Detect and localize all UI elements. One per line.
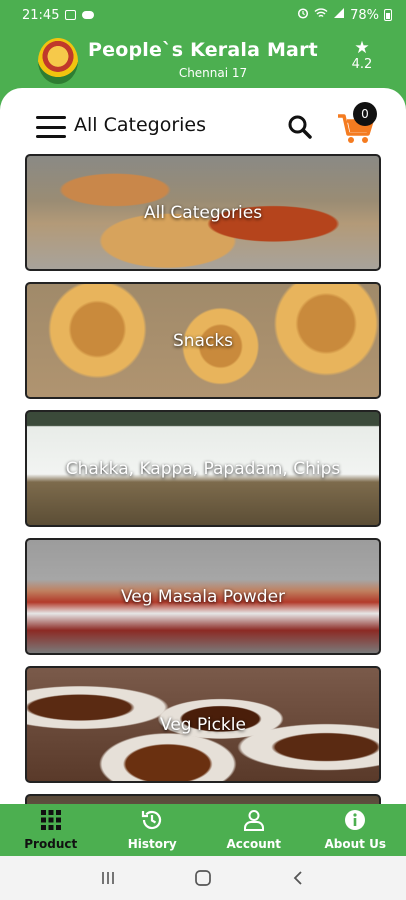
nav-label: Account (226, 837, 282, 851)
nav-label: Product (24, 837, 78, 851)
wifi-icon (314, 7, 328, 23)
page-title: All Categories (74, 114, 207, 136)
rating-value: 4.2 (351, 57, 373, 72)
status-left: 21:45 (22, 7, 95, 23)
search-icon[interactable] (287, 114, 313, 140)
cart-count-badge: 0 (353, 102, 377, 126)
history-icon (140, 808, 164, 832)
content-sheet: All Categories 0 All Categories Snacks C… (0, 88, 406, 804)
store-location: Chennai 17 (178, 66, 248, 80)
system-nav-bar (0, 856, 406, 900)
status-time: 21:45 (22, 7, 60, 23)
home-icon[interactable] (192, 867, 214, 889)
cloud-icon (82, 11, 95, 19)
signal-icon (333, 7, 345, 23)
category-label: Snacks (172, 330, 234, 351)
person-icon (242, 808, 266, 832)
nav-about[interactable]: About Us (305, 804, 406, 856)
gallery-icon (65, 10, 77, 20)
star-icon: ★ (354, 38, 370, 58)
category-card-partial[interactable] (25, 794, 381, 804)
category-card-snacks[interactable]: Snacks (25, 282, 381, 399)
category-label: Chakka, Kappa, Papadam, Chips (65, 458, 341, 479)
nav-label: History (127, 837, 177, 851)
info-icon (343, 808, 367, 832)
toolbar: All Categories 0 (0, 102, 406, 148)
back-icon[interactable] (287, 867, 309, 889)
category-card-all[interactable]: All Categories (25, 154, 381, 271)
recent-apps-icon[interactable] (97, 867, 119, 889)
alarm-icon (297, 7, 309, 23)
grid-icon (39, 808, 63, 832)
store-rating[interactable]: ★ 4.2 (350, 38, 374, 73)
category-card-chakka[interactable]: Chakka, Kappa, Papadam, Chips (25, 410, 381, 527)
battery-icon (384, 9, 392, 21)
category-label: Veg Pickle (160, 714, 246, 735)
status-bar: 21:45 78% (0, 0, 406, 30)
battery-percent: 78% (350, 7, 379, 23)
nav-label: About Us (324, 837, 386, 851)
menu-icon[interactable] (36, 116, 66, 138)
bottom-nav: Product History Account About Us (0, 804, 406, 856)
category-card-masala[interactable]: Veg Masala Powder (25, 538, 381, 655)
store-name: People`s Kerala Mart (88, 39, 318, 61)
category-card-pickle[interactable]: Veg Pickle (25, 666, 381, 783)
nav-product[interactable]: Product (0, 804, 102, 856)
nav-account[interactable]: Account (203, 804, 305, 856)
category-list: All Categories Snacks Chakka, Kappa, Pap… (25, 154, 381, 804)
category-label: All Categories (143, 202, 263, 223)
category-label: Veg Masala Powder (120, 586, 286, 607)
status-right: 78% (297, 7, 392, 23)
nav-history[interactable]: History (102, 804, 204, 856)
app-header: People`s Kerala Mart Chennai 17 ★ 4.2 (0, 30, 406, 92)
